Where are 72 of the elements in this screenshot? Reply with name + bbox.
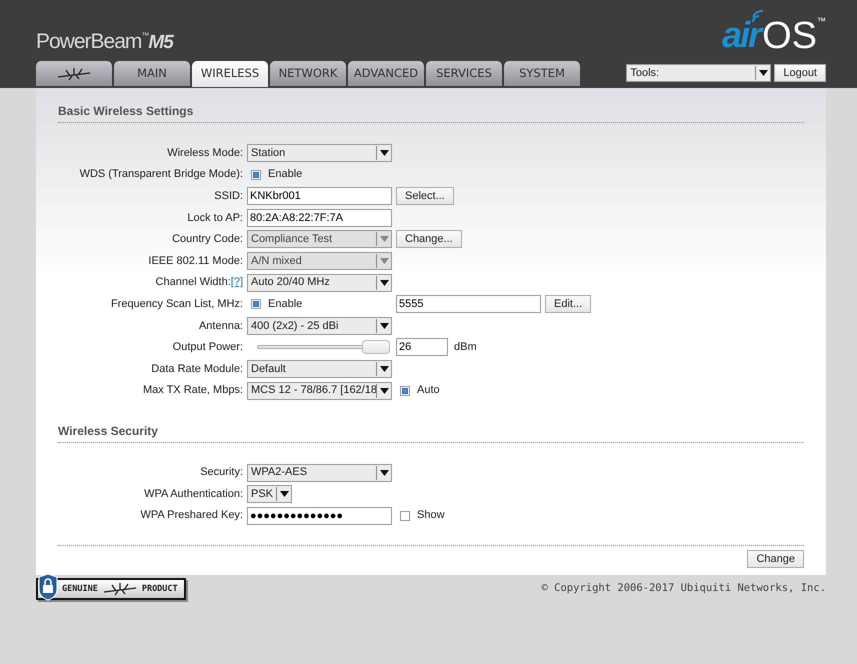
caret-icon: [380, 322, 388, 329]
checkbox-label: Show: [417, 508, 445, 524]
field-label: Frequency Scan List, MHz:: [110, 296, 243, 312]
caret-icon: [380, 236, 388, 242]
dropdown[interactable]: WPA2-AES: [247, 464, 392, 482]
checkbox[interactable]: [400, 386, 410, 396]
caret-icon: [380, 150, 388, 156]
checkbox-label: Enable: [268, 296, 302, 312]
logout-button[interactable]: Logout: [774, 64, 826, 82]
section-title: Basic Wireless Settings: [58, 102, 804, 123]
nav-tab[interactable]: SYSTEM: [504, 61, 580, 86]
badge-text: GENUINE: [62, 582, 98, 596]
product-name: PowerBeam$^{™}$M5: [36, 31, 175, 52]
checkbox-label: Auto: [417, 383, 440, 398]
shield-lock-icon: [38, 573, 58, 601]
action-button[interactable]: Change...: [396, 230, 462, 248]
copyright-text: © Copyright 2006-2017 Ubiquiti Networks, Inc.: [542, 581, 826, 596]
caret-icon: [758, 70, 768, 76]
caret-icon: [380, 258, 388, 264]
field-label: WPA Preshared Key:: [139, 508, 243, 524]
nav-tab[interactable]: NETWORK: [270, 61, 346, 86]
field-label: SSID:: [213, 188, 243, 204]
caret-icon: [280, 491, 289, 498]
logo-text: air: [722, 17, 760, 53]
logo-icon: [56, 66, 92, 80]
help-link[interactable]: [?]: [230, 276, 243, 288]
input-field[interactable]: 26: [396, 338, 448, 356]
field-label: Wireless Mode:: [166, 146, 243, 161]
input-field[interactable]: ●●●●●●●●●●●●●●: [247, 506, 392, 525]
field-label: Country Code:: [171, 232, 243, 248]
field-label: IEEE 802.11 Mode:: [147, 254, 243, 269]
section-title: Wireless Security: [58, 422, 804, 443]
nav-tab[interactable]: SERVICES: [426, 61, 502, 86]
action-button[interactable]: Select...: [396, 187, 454, 206]
dropdown[interactable]: Station: [247, 144, 392, 162]
nav-tab[interactable]: MAIN: [114, 61, 190, 86]
badge-text: PRODUCT: [142, 582, 178, 596]
checkbox[interactable]: [251, 299, 261, 310]
checkbox-label: Enable: [268, 167, 302, 182]
trademark-text: ™: [817, 17, 826, 26]
logo-text: OS: [762, 17, 817, 55]
field-label: Channel Width:: [156, 276, 231, 288]
nav-tab[interactable]: WIRELESS: [192, 61, 268, 87]
caret-icon: [380, 388, 388, 394]
field-label: Lock to AP:: [186, 210, 243, 226]
input-field[interactable]: KNKbr001: [247, 187, 392, 206]
dropdown[interactable]: PSK: [247, 485, 292, 504]
field-label: Output Power:: [172, 340, 243, 356]
nav-tab[interactable]: ADVANCED: [348, 61, 424, 86]
caret-icon: [380, 366, 388, 372]
field-label: Max TX Rate, Mbps:: [142, 383, 243, 398]
logo-icon: [102, 582, 138, 596]
field-label: Antenna:: [198, 318, 243, 334]
caret-icon: [380, 280, 388, 286]
checkbox[interactable]: [400, 510, 410, 521]
dropdown[interactable]: 400 (2x2) - 25 dBi: [247, 316, 392, 335]
change-button[interactable]: Change: [747, 550, 804, 568]
slider-thumb[interactable]: [362, 340, 390, 354]
tools-dropdown[interactable]: Tools:: [626, 64, 772, 82]
input-field[interactable]: 80:2A:A8:22:7F:7A: [247, 208, 392, 227]
logo-tab[interactable]: [36, 61, 112, 86]
dropdown[interactable]: Default: [247, 360, 392, 378]
input-field[interactable]: 5555: [396, 295, 541, 314]
action-button[interactable]: Edit...: [545, 295, 592, 314]
unit-label: dBm: [454, 340, 477, 356]
field-label: Security:: [199, 465, 243, 480]
field-label: WDS (Transparent Bridge Mode):: [78, 167, 243, 182]
checkbox[interactable]: [251, 170, 261, 180]
dropdown[interactable]: Auto 20/40 MHz: [247, 274, 392, 292]
field-label: WPA Authentication:: [143, 486, 243, 502]
caret-icon: [380, 470, 388, 476]
field-label: Data Rate Module:: [150, 362, 243, 377]
